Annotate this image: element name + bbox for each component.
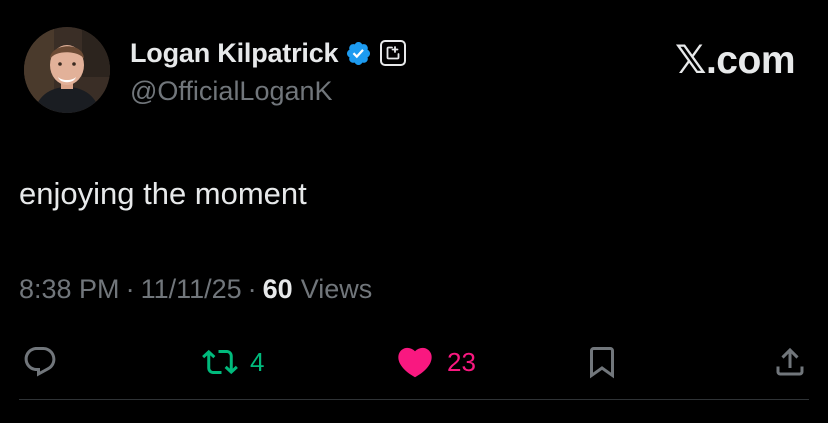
author-name-row: Logan Kilpatrick bbox=[130, 36, 407, 70]
meta-separator: · bbox=[247, 274, 257, 304]
bookmark-icon bbox=[590, 347, 614, 379]
tweet-meta: 8:38 PM · 11/11/25 · 60 Views bbox=[19, 274, 372, 305]
author-handle[interactable]: @OfficialLoganK bbox=[130, 76, 333, 107]
retweet-button[interactable]: 4 bbox=[202, 340, 264, 384]
like-count: 23 bbox=[447, 346, 476, 377]
divider bbox=[19, 399, 809, 400]
verified-badge-icon[interactable] bbox=[345, 40, 372, 67]
bookmark-button[interactable] bbox=[584, 340, 620, 384]
share-button[interactable] bbox=[772, 340, 808, 384]
retweet-count: 4 bbox=[250, 346, 265, 377]
tweet-time[interactable]: 8:38 PM bbox=[19, 274, 120, 305]
reply-button[interactable] bbox=[22, 340, 58, 384]
retweet-icon bbox=[202, 349, 238, 375]
affiliate-badge-icon[interactable] bbox=[380, 40, 407, 66]
views-label: Views bbox=[300, 274, 373, 304]
heart-icon bbox=[398, 347, 432, 378]
tweet-text: enjoying the moment bbox=[19, 176, 307, 211]
external-link-icon bbox=[386, 46, 400, 60]
avatar[interactable] bbox=[24, 27, 110, 113]
author-display-name[interactable]: Logan Kilpatrick bbox=[130, 38, 339, 69]
x-brand-logo: 𝕏.com bbox=[675, 39, 795, 82]
avatar-photo bbox=[24, 27, 110, 113]
share-icon bbox=[776, 347, 804, 376]
tweet-date[interactable]: 11/11/25 bbox=[141, 274, 242, 305]
meta-separator: · bbox=[125, 274, 135, 304]
like-button[interactable]: 23 bbox=[395, 340, 476, 384]
action-bar: 4 23 bbox=[0, 340, 828, 384]
reply-icon bbox=[24, 347, 56, 377]
views-count: 60 bbox=[262, 274, 293, 304]
